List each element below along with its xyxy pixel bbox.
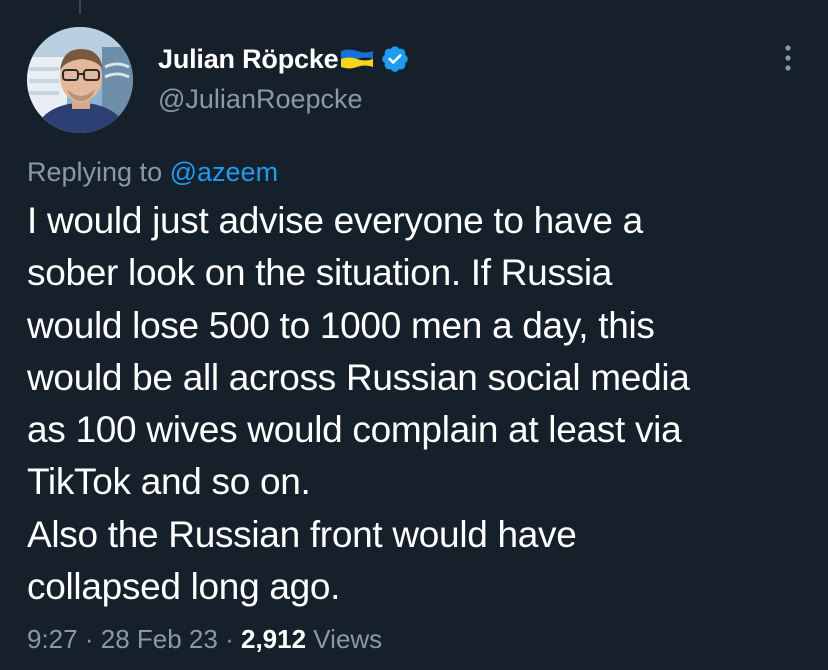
tweet-text-line: would lose 500 to 1000 men a day, this xyxy=(27,304,655,346)
meta-separator: · xyxy=(84,624,94,654)
tweet-date[interactable]: 28 Feb 23 xyxy=(101,624,218,654)
tweet-text-line: Also the Russian front would have xyxy=(27,513,577,555)
author-name-row: Julian Röpcke xyxy=(158,40,410,78)
reply-mention-link[interactable]: @azeem xyxy=(170,157,278,187)
tweet-text-line: collapsed long ago. xyxy=(27,566,341,608)
tweet-time[interactable]: 9:27 xyxy=(27,624,78,654)
replying-to-row: Replying to @azeem xyxy=(27,157,278,188)
tweet-text-line: TikTok and so on. xyxy=(27,461,311,503)
views-count[interactable]: 2,912 xyxy=(241,624,306,654)
tweet-text-line: sober look on the situation. If Russia xyxy=(27,252,613,294)
ukraine-flag-icon xyxy=(340,48,374,70)
tweet-text: I would just advise everyone to have a s… xyxy=(27,195,817,613)
avatar-photo xyxy=(27,27,133,133)
avatar[interactable] xyxy=(27,27,133,133)
more-vertical-icon xyxy=(785,45,791,71)
author-display-name[interactable]: Julian Röpcke xyxy=(158,44,339,75)
thread-connector-line xyxy=(79,0,81,14)
meta-separator: · xyxy=(225,624,234,654)
tweet-text-line: I would just advise everyone to have a xyxy=(27,200,643,241)
verified-badge-icon xyxy=(380,44,410,74)
author-handle[interactable]: @JulianRoepcke xyxy=(158,84,410,115)
views-label: Views xyxy=(313,624,383,654)
tweet-text-line: would be all across Russian social media xyxy=(27,356,690,398)
tweet-meta-row: 9:27 · 28 Feb 23 · 2,912 Views xyxy=(27,624,382,655)
more-options-button[interactable] xyxy=(771,38,805,78)
tweet-text-line: as 100 wives would complain at least via xyxy=(27,409,682,451)
author-block: Julian Röpcke @JulianRoepcke xyxy=(158,40,410,115)
replying-to-label: Replying to xyxy=(27,157,163,187)
